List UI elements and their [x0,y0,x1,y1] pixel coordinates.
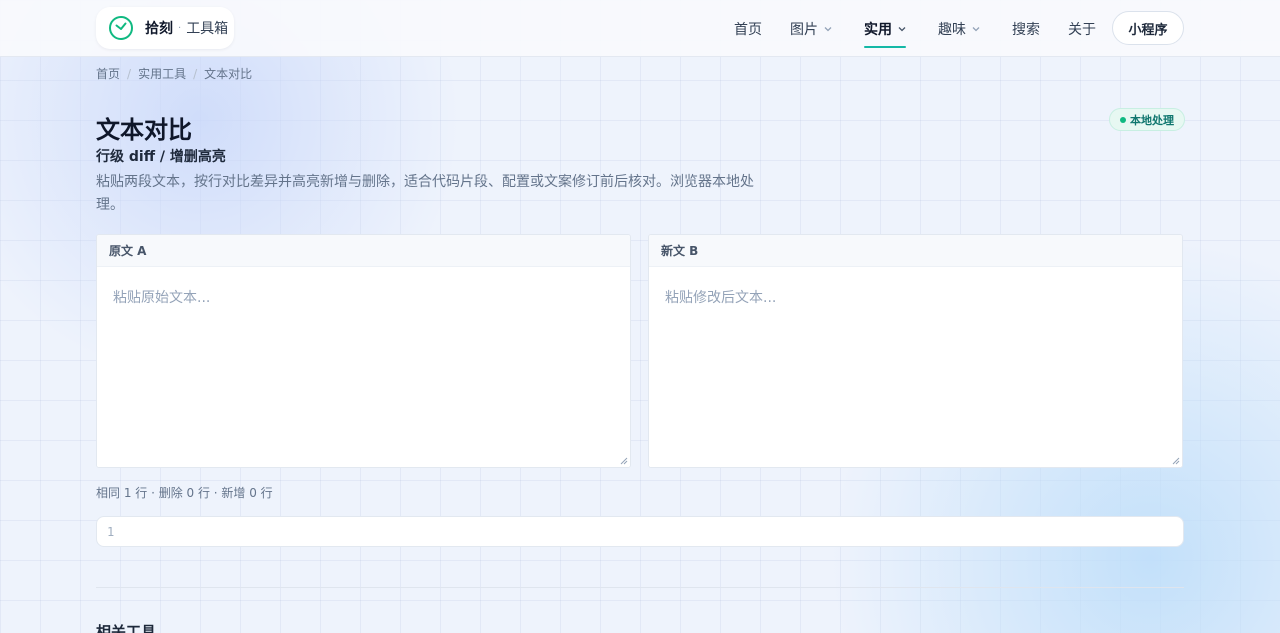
nav-item-label: 图片 [790,21,818,38]
related-tools-heading: 相关工具 [96,623,157,633]
brand-logo-link[interactable]: 拾刻 · 工具箱 [96,7,234,49]
brand-subtitle: 工具箱 [186,21,229,37]
new-text-label: 新文 B [649,235,1182,267]
breadcrumb-separator: / [193,66,198,81]
brand-separator: · [178,22,182,34]
resize-handle-icon[interactable] [620,457,628,465]
nav-item-images[interactable]: 图片 [790,0,832,57]
new-text-input[interactable] [649,267,1182,467]
nav-item-search[interactable]: 搜索 [1012,0,1040,57]
breadcrumb-home[interactable]: 首页 [96,65,120,82]
status-dot-icon [1120,116,1126,123]
badge-label: 本地处理 [1130,113,1174,127]
nav-item-label: 首页 [734,21,762,38]
nav-item-home[interactable]: 首页 [734,0,762,57]
chevron-down-icon [824,26,832,31]
line-number: 1 [107,524,115,539]
breadcrumb-utilities[interactable]: 实用工具 [138,65,186,82]
breadcrumb: 首页 / 实用工具 / 文本对比 [96,65,252,82]
page-description: 粘贴两段文本，按行对比差异并高亮新增与删除，适合代码片段、配置或文案修订前后核对… [96,174,754,213]
original-text-label: 原文 A [97,235,630,267]
nav-item-label: 实用 [864,21,892,38]
local-processing-badge: 本地处理 [1109,108,1185,131]
breadcrumb-current: 文本对比 [204,67,253,81]
nav-item-utilities[interactable]: 实用 [864,0,906,57]
diff-result-view: 1 [96,516,1184,547]
brand-name: 拾刻 [145,21,173,37]
mini-program-button[interactable]: 小程序 [1112,11,1184,45]
resize-handle-icon[interactable] [1172,457,1180,465]
nav-item-label: 趣味 [938,21,966,38]
top-navbar: 拾刻 · 工具箱 首页 图片 实用 趣味 搜索 关于 小程序 [0,0,1280,57]
nav-item-about[interactable]: 关于 [1068,0,1096,57]
nav-item-label: 关于 [1068,21,1096,38]
section-divider [96,587,1184,588]
chevron-down-icon [972,26,980,31]
original-text-input[interactable] [97,267,630,467]
diff-stats: 相同 1 行 · 删除 0 行 · 新增 0 行 [96,486,273,500]
nav-item-fun[interactable]: 趣味 [938,0,980,57]
breadcrumb-separator: / [127,66,132,81]
page-title: 文本对比 [96,116,192,144]
clock-icon [109,16,133,40]
new-text-panel: 新文 B [648,234,1183,468]
original-text-panel: 原文 A [96,234,631,468]
page-subtitle: 行级 diff / 增删高亮 [96,149,226,165]
chevron-down-icon [898,26,906,31]
nav-item-label: 搜索 [1012,21,1040,38]
